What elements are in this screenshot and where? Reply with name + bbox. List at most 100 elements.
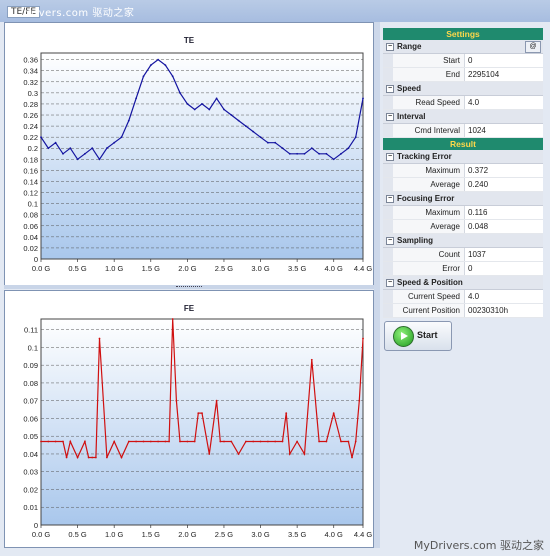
fe-y-tick-label: 0.06: [23, 414, 38, 423]
fe-data-point: [215, 399, 218, 402]
collapse-icon[interactable]: −: [386, 279, 394, 287]
fe-y-tick-label: 0.08: [23, 379, 38, 388]
fe-data-point: [149, 440, 152, 443]
prop-row-end[interactable]: End 2295104: [383, 68, 543, 82]
collapse-icon[interactable]: −: [386, 237, 394, 245]
splitter-grip[interactable]: [176, 286, 202, 289]
te-y-tick-label: 0.26: [23, 111, 38, 120]
te-y-tick-label: 0.32: [23, 78, 38, 87]
prop-row-te-maximum[interactable]: Maximum 0.372: [383, 164, 543, 178]
panel-divider[interactable]: [374, 22, 380, 548]
group-tracking-error[interactable]: − Tracking Error: [383, 150, 543, 164]
fe-data-point: [223, 440, 225, 443]
collapse-icon[interactable]: −: [386, 85, 394, 93]
collapse-icon[interactable]: −: [386, 195, 394, 203]
fe-chart-title: FE: [183, 304, 195, 313]
fe-data-point: [54, 440, 57, 443]
fe-y-tick-label: 0.02: [23, 485, 38, 494]
te-x-tick-label: 3.0 G: [251, 264, 270, 273]
te-chart: 0 0.02 0.04 0.06 0.08 0.1 0.12 0.14 0.16 0.18 0.2 0…: [23, 52, 373, 273]
te-data-point: [281, 147, 284, 150]
te-y-tick-label: 0.06: [23, 222, 38, 231]
prop-row-cmd-interval[interactable]: Cmd Interval 1024: [383, 124, 543, 138]
end-value[interactable]: 2295104: [465, 68, 543, 81]
fe-y-tick-label: 0.04: [23, 450, 38, 459]
fe-x-tick-label: 1.5 G: [142, 530, 161, 539]
te-y-tick-label: 0.04: [23, 233, 38, 242]
fe-y-tick-label: 0: [34, 521, 38, 530]
fe-x-tick-label: 0.5 G: [68, 530, 87, 539]
prop-row-current-speed[interactable]: Current Speed 4.0: [383, 290, 543, 304]
property-grid: Settings − Range @ Start 0 End 2295104 − Spee…: [383, 28, 543, 318]
te-x-tick-label: 4.4 G: [354, 264, 373, 273]
fe-data-point: [296, 440, 298, 443]
group-interval[interactable]: − Interval: [383, 110, 543, 124]
collapse-icon[interactable]: −: [386, 153, 394, 161]
fe-data-point: [106, 456, 108, 459]
te-y-tick-label: 0.14: [23, 177, 38, 186]
fe-x-tick-label: 3.0 G: [251, 530, 270, 539]
te-x-tick-label: 2.5 G: [215, 264, 234, 273]
result-header: Result: [383, 138, 543, 150]
start-button[interactable]: Start: [384, 321, 452, 351]
fe-data-point: [362, 337, 364, 340]
read-speed-value[interactable]: 4.0: [465, 96, 543, 109]
te-y-tick-label: 0.3: [28, 89, 38, 98]
collapse-icon[interactable]: −: [386, 43, 394, 51]
te-y-tick-label: 0.24: [23, 122, 38, 131]
te-y-tick-label: 0.08: [23, 211, 38, 220]
start-value[interactable]: 0: [465, 54, 543, 67]
fe-y-tick-label: 0.01: [23, 503, 38, 512]
prop-row-error[interactable]: Error 0: [383, 262, 543, 276]
group-speed-position[interactable]: − Speed & Position: [383, 276, 543, 290]
te-y-tick-label: 0.2: [28, 144, 38, 153]
prop-row-fe-average[interactable]: Average 0.048: [383, 220, 543, 234]
range-options-button[interactable]: @: [525, 41, 541, 53]
te-y-tick-label: 0.36: [23, 56, 38, 65]
prop-row-te-average[interactable]: Average 0.240: [383, 178, 543, 192]
te-x-tick-label: 0.5 G: [68, 264, 87, 273]
fe-data-point: [354, 440, 357, 443]
group-focusing-error[interactable]: − Focusing Error: [383, 192, 543, 206]
fe-data-point: [65, 456, 68, 459]
app-window: TE/FE drivers.com 驱动之家 TE 0 0.02 0.04 0.06 0…: [0, 0, 550, 556]
prop-row-fe-maximum[interactable]: Maximum 0.116: [383, 206, 543, 220]
cmd-interval-value[interactable]: 1024: [465, 124, 543, 137]
prop-row-current-position[interactable]: Current Position 00230310h: [383, 304, 543, 318]
fe-data-point: [95, 456, 97, 459]
te-data-point: [267, 141, 269, 144]
collapse-icon[interactable]: −: [386, 113, 394, 121]
group-range[interactable]: − Range @: [383, 40, 543, 54]
watermark-bottom: MyDrivers.com 驱动之家: [413, 539, 544, 552]
fe-data-point: [113, 440, 116, 443]
settings-header: Settings: [383, 28, 543, 40]
te-data-point: [310, 147, 313, 150]
te-y-tick-label: 0.28: [23, 100, 38, 109]
fe-data-point: [281, 440, 284, 443]
te-data-point: [47, 147, 50, 150]
prop-row-read-speed[interactable]: Read Speed 4.0: [383, 96, 543, 110]
te-y-tick-label: 0.18: [23, 155, 38, 164]
te-data-point: [98, 158, 101, 161]
te-data-point: [62, 152, 64, 155]
te-data-point: [215, 97, 218, 100]
fe-y-tick-label: 0.09: [23, 361, 38, 370]
fe-x-tick-label: 3.5 G: [288, 530, 307, 539]
fe-x-tick-label: 4.0 G: [325, 530, 344, 539]
group-sampling[interactable]: − Sampling: [383, 234, 543, 248]
te-data-point: [40, 136, 42, 139]
fe-data-point: [230, 440, 233, 443]
group-speed[interactable]: − Speed: [383, 82, 543, 96]
te-data-point: [325, 152, 328, 155]
prop-row-count[interactable]: Count 1037: [383, 248, 543, 262]
te-data-point: [245, 125, 247, 127]
te-data-point: [230, 114, 233, 116]
te-y-tick-label: 0.02: [23, 244, 38, 253]
te-data-point: [208, 108, 211, 111]
chart-splitter[interactable]: [4, 285, 374, 289]
fe-x-tick-label: 0.0 G: [32, 530, 51, 539]
te-data-point: [142, 75, 145, 78]
te-data-point: [149, 64, 152, 67]
prop-row-start[interactable]: Start 0: [383, 54, 543, 68]
fe-data-point: [252, 440, 255, 443]
